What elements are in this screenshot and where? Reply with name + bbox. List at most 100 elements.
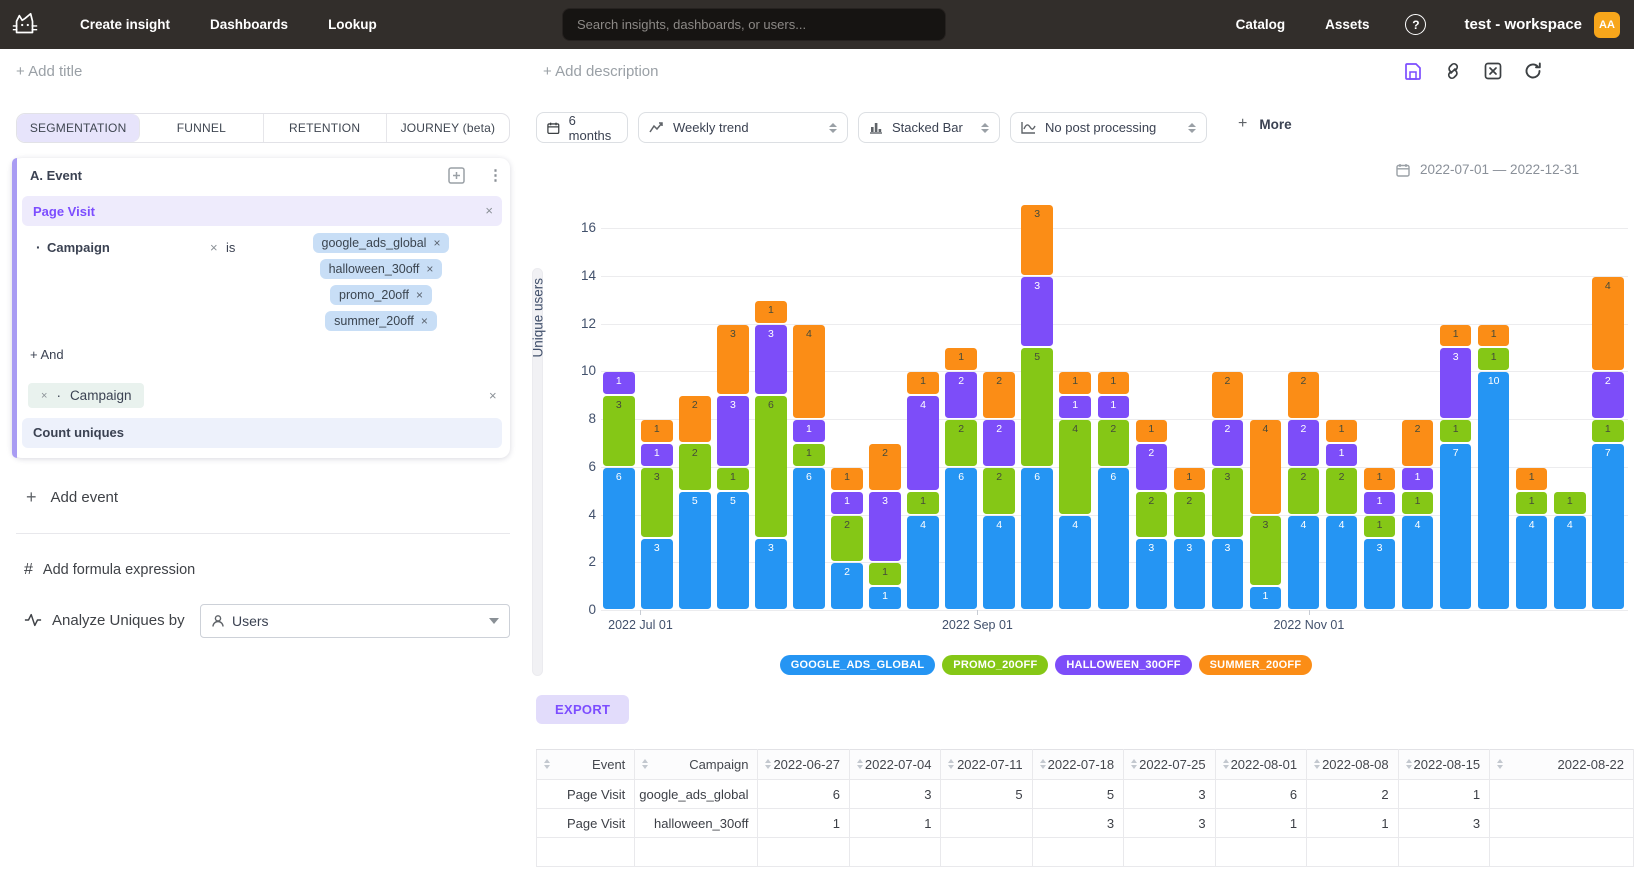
filter-value-tag[interactable]: google_ads_global× [313,233,450,253]
legend-item-halloween_30off[interactable]: HALLOWEEN_30OFF [1055,655,1191,675]
bar-segment-halloween_30off: 1 [1098,396,1130,418]
tab-funnel[interactable]: FUNNEL [140,114,263,142]
bar-segment-value: 3 [641,471,673,483]
bar-segment-summer_20off: 2 [983,372,1015,418]
chart-type-select[interactable]: Stacked Bar [858,112,1000,143]
bar-segment-value: 3 [717,399,749,411]
sort-icon[interactable] [544,759,550,769]
date-period-button[interactable]: 6 months [536,112,628,143]
table-column-header[interactable]: 2022-07-18 [1032,750,1123,780]
sort-icon[interactable] [1131,759,1137,769]
breakdown-pill[interactable]: × · Campaign [28,383,144,408]
bar-segment-halloween_30off: 1 [1059,396,1091,418]
legend-item-promo_20off[interactable]: PROMO_20OFF [942,655,1048,675]
analyze-by-select[interactable]: Users [200,604,510,638]
search-input[interactable] [562,8,946,41]
sort-icon[interactable] [765,759,771,769]
remove-value-icon[interactable]: × [433,236,440,250]
remove-value-icon[interactable]: × [426,262,433,276]
y-axis-tick-label: 6 [556,459,596,474]
bar-segment-value: 4 [907,399,939,411]
table-column-header[interactable]: 2022-07-25 [1124,750,1215,780]
y-axis-title: Unique users [531,338,546,358]
tab-journey-beta-[interactable]: JOURNEY (beta) [387,114,509,142]
table-cell: halloween_30off [635,809,758,838]
add-event-button[interactable]: + Add event [26,487,118,508]
aggregation-row[interactable]: Count uniques [22,418,502,448]
post-processing-select[interactable]: No post processing [1010,112,1207,143]
filter-value-tag[interactable]: summer_20off× [325,311,437,331]
table-column-header[interactable]: 2022-08-22 [1490,750,1634,780]
export-button[interactable]: EXPORT [536,695,629,724]
filter-value-tag[interactable]: promo_20off× [330,285,432,305]
nav-item-lookup[interactable]: Lookup [328,17,377,32]
bar-segment-value: 4 [1059,423,1091,435]
close-insight-icon[interactable] [1483,61,1503,81]
sort-icon[interactable] [642,759,648,769]
filter-operator[interactable]: is [226,240,235,255]
sort-icon[interactable] [1040,759,1046,769]
add-filter-icon[interactable] [448,167,465,184]
tab-segmentation[interactable]: SEGMENTATION [17,114,140,142]
filter-value-tag[interactable]: halloween_30off× [320,259,443,279]
add-and-condition-button[interactable]: + And [30,347,64,362]
remove-value-icon[interactable]: × [416,288,423,302]
event-select-row[interactable]: Page Visit × [22,196,502,226]
help-icon[interactable]: ? [1405,14,1426,35]
add-title-button[interactable]: + Add title [16,63,82,80]
user-avatar[interactable]: AA [1594,12,1620,38]
remove-filter-icon[interactable]: × [210,240,218,255]
remove-value-icon[interactable]: × [421,314,428,328]
bar-segment-promo_20off: 2 [983,468,1015,514]
filter-property[interactable]: Campaign [47,240,110,255]
column-header-label: Event [592,757,625,772]
sort-icon[interactable] [1223,759,1229,769]
nav-item-dashboards[interactable]: Dashboards [210,17,288,32]
table-column-header[interactable]: Event [537,750,635,780]
filter-bullet-icon: · [36,239,41,255]
remove-breakdown-icon[interactable]: × [41,390,47,402]
table-column-header[interactable]: Campaign [635,750,758,780]
save-icon[interactable] [1403,61,1423,81]
table-column-header[interactable]: 2022-08-08 [1307,750,1398,780]
bar-segment-promo_20off: 2 [945,420,977,466]
nav-item-assets[interactable]: Assets [1325,17,1369,32]
trend-select[interactable]: Weekly trend [638,112,848,143]
table-column-header[interactable]: 2022-07-04 [849,750,940,780]
legend-item-google_ads_global[interactable]: GOOGLE_ADS_GLOBAL [780,655,936,675]
nav-item-catalog[interactable]: Catalog [1236,17,1286,32]
remove-event-icon[interactable]: × [485,203,493,218]
sort-icon[interactable] [948,759,954,769]
bar-segment-value: 3 [717,328,749,340]
bar-segment-value: 4 [1250,423,1282,435]
bar-segment-google_ads_global: 7 [1592,444,1624,609]
refresh-icon[interactable] [1523,61,1543,81]
event-menu-icon[interactable]: ⋮ [488,166,503,184]
table-column-header[interactable]: 2022-08-15 [1398,750,1489,780]
sort-icon[interactable] [857,759,863,769]
legend-item-summer_20off[interactable]: SUMMER_20OFF [1199,655,1313,675]
sort-icon[interactable] [1497,759,1503,769]
clear-breakdown-icon[interactable]: × [489,388,497,403]
event-name[interactable]: Page Visit [33,204,95,219]
sort-icon[interactable] [1406,759,1412,769]
sort-icon[interactable] [1314,759,1320,769]
add-description-button[interactable]: + Add description [543,63,659,80]
nav-item-create-insight[interactable]: Create insight [80,17,170,32]
add-formula-button[interactable]: # Add formula expression [24,561,195,579]
table-cell [1490,780,1634,809]
share-link-icon[interactable] [1443,61,1463,81]
table-column-header[interactable]: 2022-08-01 [1215,750,1306,780]
bar-segment-halloween_30off: 3 [717,396,749,466]
app-logo-cat-icon[interactable] [10,10,40,40]
bar-segment-promo_20off: 1 [1478,348,1510,370]
bar-segment-value: 1 [1478,328,1510,340]
insight-type-tabs: SEGMENTATIONFUNNELRETENTIONJOURNEY (beta… [16,113,510,143]
table-column-header[interactable]: 2022-06-27 [758,750,849,780]
date-range-display[interactable]: 2022-07-01 — 2022-12-31 [1396,162,1579,177]
table-column-header[interactable]: 2022-07-11 [941,750,1032,780]
bar-segment-summer_20off: 1 [1478,325,1510,347]
more-button[interactable]: + More [1238,115,1292,133]
workspace-name[interactable]: test - workspace [1464,16,1582,33]
tab-retention[interactable]: RETENTION [264,114,387,142]
